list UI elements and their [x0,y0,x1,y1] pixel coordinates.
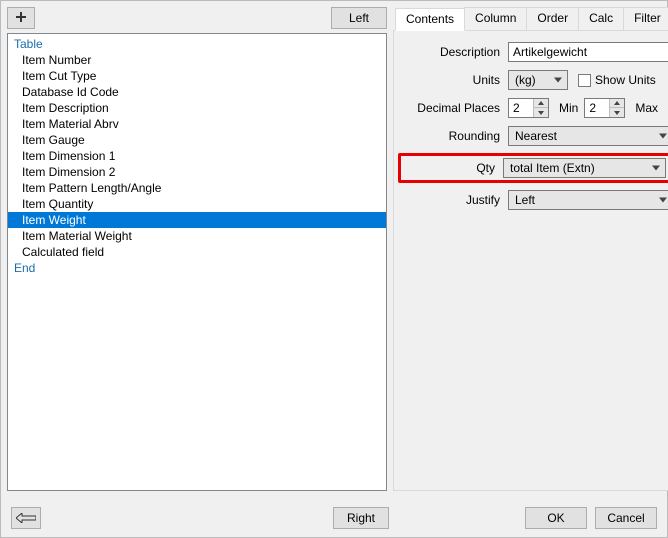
list-item[interactable]: Calculated field [8,244,386,260]
dialog-window: Left Table Item NumberItem Cut TypeDatab… [0,0,668,538]
move-left-button[interactable]: Left [331,7,387,29]
qty-select[interactable]: total Item (Extn) [503,158,666,178]
justify-label: Justify [402,193,508,207]
tab-contents[interactable]: Contents [395,8,465,31]
rounding-label: Rounding [402,129,508,143]
cancel-button[interactable]: Cancel [595,507,657,529]
list-item[interactable]: Database Id Code [8,84,386,100]
right-panel: ContentsColumnOrderCalcFilter Descriptio… [393,7,668,491]
list-item[interactable]: Item Dimension 1 [8,148,386,164]
ok-button[interactable]: OK [525,507,587,529]
list-item[interactable]: Item Dimension 2 [8,164,386,180]
units-select[interactable]: (kg) [508,70,568,90]
spinner-up-icon[interactable] [610,99,624,108]
justify-select[interactable]: Left [508,190,668,210]
spinner-up-icon[interactable] [534,99,548,108]
tab-filter[interactable]: Filter [623,7,668,30]
arrow-left-icon [16,513,36,523]
decimal-label: Decimal Places [402,101,508,115]
list-header-table: Table [8,36,386,52]
tab-bar: ContentsColumnOrderCalcFilter [393,7,668,31]
description-input[interactable] [508,42,668,62]
list-item[interactable]: Item Description [8,100,386,116]
spinner-down-icon[interactable] [610,108,624,117]
tab-order[interactable]: Order [526,7,579,30]
list-item[interactable]: Item Quantity [8,196,386,212]
add-button[interactable] [7,7,35,29]
max-label: Max [635,101,658,115]
tab-calc[interactable]: Calc [578,7,624,30]
plus-icon [14,11,28,25]
min-label: Min [559,101,578,115]
units-label: Units [402,73,508,87]
contents-tab-pane: Description Units (kg) Show Units Decima… [393,31,668,491]
min-spinner[interactable] [584,98,625,118]
show-units-label: Show Units [595,73,656,87]
list-item[interactable]: Item Number [8,52,386,68]
decimal-input[interactable] [509,99,533,117]
decimal-spinner[interactable] [508,98,549,118]
tab-column[interactable]: Column [464,7,527,30]
left-panel: Left Table Item NumberItem Cut TypeDatab… [7,7,387,491]
list-item[interactable]: Item Material Abrv [8,116,386,132]
list-item[interactable]: Item Pattern Length/Angle [8,180,386,196]
fields-list[interactable]: Table Item NumberItem Cut TypeDatabase I… [7,33,387,491]
description-label: Description [402,45,508,59]
move-right-button[interactable]: Right [333,507,389,529]
list-item[interactable]: Item Material Weight [8,228,386,244]
spinner-down-icon[interactable] [534,108,548,117]
rounding-select[interactable]: Nearest [508,126,668,146]
list-item[interactable]: Item Gauge [8,132,386,148]
checkbox-box [578,74,591,87]
list-item[interactable]: Item Weight [8,212,386,228]
qty-label: Qty [405,161,503,175]
qty-highlight: Qty total Item (Extn) [398,153,668,183]
show-units-checkbox[interactable]: Show Units [578,73,656,87]
list-item[interactable]: Item Cut Type [8,68,386,84]
list-header-end: End [8,260,386,276]
bottom-bar: Right OK Cancel [1,499,667,537]
back-button[interactable] [11,507,41,529]
min-input[interactable] [585,99,609,117]
